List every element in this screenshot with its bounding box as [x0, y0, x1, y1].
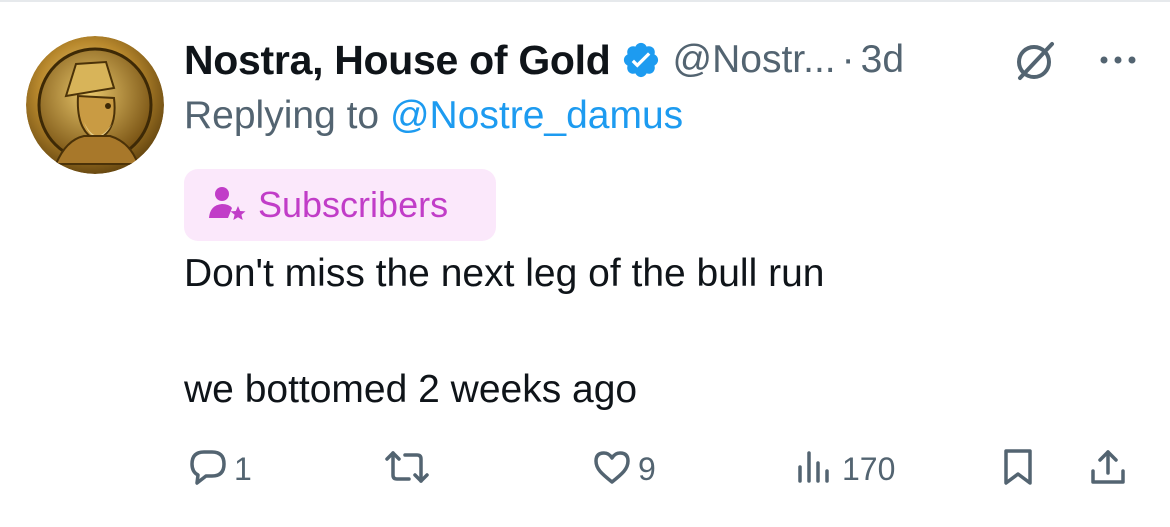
subscribers-badge: Subscribers: [184, 169, 496, 241]
reply-button[interactable]: 1: [188, 446, 252, 492]
share-icon: [1088, 447, 1128, 492]
repost-button[interactable]: [383, 446, 431, 492]
heart-icon: [592, 447, 632, 492]
bookmark-button[interactable]: [998, 446, 1038, 492]
reply-icon: [188, 447, 228, 492]
like-count: 9: [638, 450, 656, 487]
author-name[interactable]: Nostra, House of Gold: [184, 37, 611, 84]
replying-mention-link[interactable]: @Nostre_damus: [390, 94, 683, 137]
timestamp[interactable]: 3d: [861, 38, 904, 82]
badge-label: Subscribers: [258, 184, 449, 225]
tweet-text-line-2: we bottomed 2 weeks ago: [184, 368, 638, 411]
verified-badge-icon: [621, 40, 661, 80]
repost-icon: [383, 447, 431, 492]
tweet-text-line-1: Don't miss the next leg of the bull run: [184, 252, 825, 295]
views-button[interactable]: 170: [796, 446, 895, 492]
subscriber-star-icon: [206, 184, 248, 226]
more-icon[interactable]: [1094, 40, 1142, 80]
avatar[interactable]: [26, 36, 164, 174]
bookmark-icon: [998, 447, 1038, 492]
views-count: 170: [842, 450, 896, 487]
like-button[interactable]: 9: [592, 446, 656, 492]
replying-prefix: Replying to: [184, 94, 380, 137]
share-button[interactable]: [1088, 446, 1128, 492]
top-divider: [0, 0, 1170, 2]
author-handle[interactable]: @Nostr...: [673, 38, 836, 82]
separator-dot: ·: [841, 38, 855, 81]
grok-icon[interactable]: [1012, 38, 1058, 84]
views-icon: [796, 447, 836, 492]
replying-to: Replying to @Nostre_damus: [184, 94, 683, 138]
reply-count: 1: [234, 450, 252, 487]
tweet-header: Nostra, House of Gold @Nostr... · 3d: [184, 32, 904, 88]
